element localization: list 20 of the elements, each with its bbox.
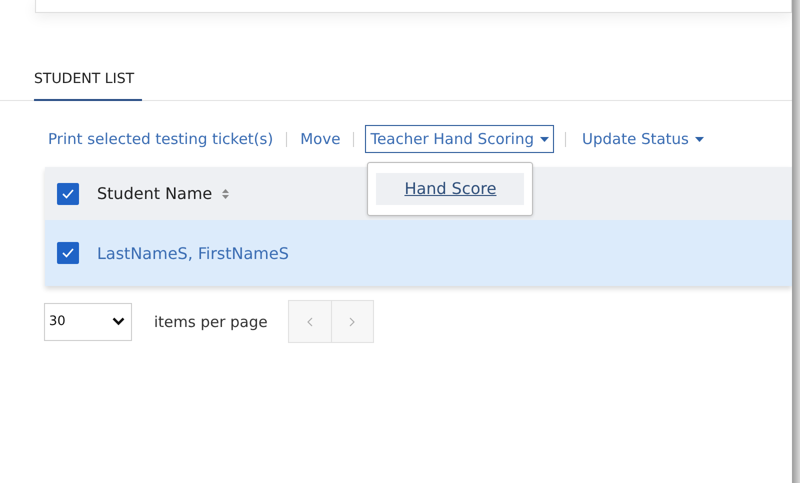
check-icon	[62, 248, 74, 258]
chevron-right-icon	[349, 316, 356, 326]
toolbar-link[interactable]: Move	[298, 130, 342, 148]
chevron-down-icon	[112, 317, 125, 326]
sort-icon[interactable]	[222, 188, 230, 198]
page-size-select[interactable]: 30	[44, 302, 132, 340]
items-per-page-label: items per page	[154, 312, 268, 330]
check-icon	[62, 188, 74, 198]
dropdown-button[interactable]: Teacher Hand Scoring	[365, 125, 554, 153]
caret-icon	[694, 136, 704, 142]
checkbox[interactable]	[57, 182, 79, 204]
toolbar-link[interactable]: Print selected testing ticket(s)	[46, 130, 276, 148]
table-row[interactable]: LastNameS, FirstNameS	[45, 220, 792, 286]
checkbox[interactable]	[57, 242, 79, 264]
student-name-link[interactable]: LastNameS, FirstNameS	[97, 244, 289, 262]
tab[interactable]: STUDENT LIST	[34, 65, 142, 101]
menu-item[interactable]: Hand Score	[376, 173, 524, 205]
column-header[interactable]: Student Name	[97, 184, 212, 203]
chevron-left-icon	[306, 316, 313, 326]
caret-icon	[540, 136, 549, 142]
